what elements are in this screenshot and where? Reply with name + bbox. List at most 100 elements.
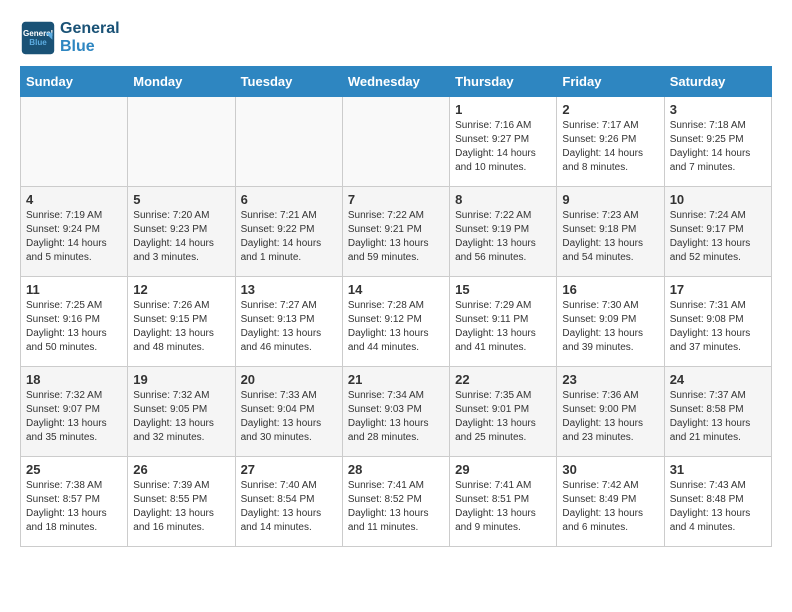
calendar-cell: 16 Sunrise: 7:30 AM Sunset: 9:09 PM Dayli… xyxy=(557,277,664,367)
cell-content: Sunrise: 7:29 AM Sunset: 9:11 PM Dayligh… xyxy=(455,299,551,355)
calendar-cell: 20 Sunrise: 7:33 AM Sunset: 9:04 PM Dayli… xyxy=(235,367,342,457)
calendar-week: 1Sunrise: 7:16 AM Sunset: 9:27 PM Daylig… xyxy=(21,97,772,187)
calendar-cell: 29 Sunrise: 7:41 AM Sunset: 8:51 PM Dayli… xyxy=(450,457,557,547)
day-number: 7 xyxy=(348,192,444,207)
day-number: 10 xyxy=(670,192,766,207)
cell-content: Sunrise: 7:24 AM Sunset: 9:17 PM Dayligh… xyxy=(670,209,766,265)
calendar-cell xyxy=(235,97,342,187)
day-number: 12 xyxy=(133,282,229,297)
cell-content: Sunrise: 7:41 AM Sunset: 8:51 PM Dayligh… xyxy=(455,479,551,535)
day-number: 16 xyxy=(562,282,658,297)
calendar-cell: 31Sunrise: 7:43 AM Sunset: 8:48 PM Dayli… xyxy=(664,457,771,547)
day-number: 17 xyxy=(670,282,766,297)
cell-content: Sunrise: 7:39 AM Sunset: 8:55 PM Dayligh… xyxy=(133,479,229,535)
calendar-cell: 8Sunrise: 7:22 AM Sunset: 9:19 PM Daylig… xyxy=(450,187,557,277)
calendar-week: 18 Sunrise: 7:32 AM Sunset: 9:07 PM Dayli… xyxy=(21,367,772,457)
calendar-cell: 14Sunrise: 7:28 AM Sunset: 9:12 PM Dayli… xyxy=(342,277,449,367)
calendar-cell: 26 Sunrise: 7:39 AM Sunset: 8:55 PM Dayli… xyxy=(128,457,235,547)
day-number: 5 xyxy=(133,192,229,207)
cell-content: Sunrise: 7:36 AM Sunset: 9:00 PM Dayligh… xyxy=(562,389,658,445)
day-number: 25 xyxy=(26,462,122,477)
calendar-cell: 4 Sunrise: 7:19 AM Sunset: 9:24 PM Daylig… xyxy=(21,187,128,277)
cell-content: Sunrise: 7:35 AM Sunset: 9:01 PM Dayligh… xyxy=(455,389,551,445)
calendar-cell: 3 Sunrise: 7:18 AM Sunset: 9:25 PM Daylig… xyxy=(664,97,771,187)
cell-content: Sunrise: 7:32 AM Sunset: 9:07 PM Dayligh… xyxy=(26,389,122,445)
calendar-cell: 19 Sunrise: 7:32 AM Sunset: 9:05 PM Dayli… xyxy=(128,367,235,457)
calendar-cell: 1Sunrise: 7:16 AM Sunset: 9:27 PM Daylig… xyxy=(450,97,557,187)
cell-content: Sunrise: 7:26 AM Sunset: 9:15 PM Dayligh… xyxy=(133,299,229,355)
calendar-cell: 21 Sunrise: 7:34 AM Sunset: 9:03 PM Dayli… xyxy=(342,367,449,457)
day-number: 29 xyxy=(455,462,551,477)
calendar-cell: 23 Sunrise: 7:36 AM Sunset: 9:00 PM Dayli… xyxy=(557,367,664,457)
logo: General Blue General Blue xyxy=(20,20,120,56)
logo-text-line2: Blue xyxy=(60,38,120,56)
day-number: 21 xyxy=(348,372,444,387)
day-number: 31 xyxy=(670,462,766,477)
svg-text:Blue: Blue xyxy=(29,38,47,47)
calendar-cell xyxy=(128,97,235,187)
cell-content: Sunrise: 7:20 AM Sunset: 9:23 PM Dayligh… xyxy=(133,209,229,265)
cell-content: Sunrise: 7:21 AM Sunset: 9:22 PM Dayligh… xyxy=(241,209,337,265)
weekday-header: Friday xyxy=(557,67,664,97)
day-number: 23 xyxy=(562,372,658,387)
cell-content: Sunrise: 7:32 AM Sunset: 9:05 PM Dayligh… xyxy=(133,389,229,445)
logo-icon: General Blue xyxy=(20,20,56,56)
calendar-cell xyxy=(342,97,449,187)
day-number: 24 xyxy=(670,372,766,387)
calendar-cell: 6 Sunrise: 7:21 AM Sunset: 9:22 PM Daylig… xyxy=(235,187,342,277)
day-number: 20 xyxy=(241,372,337,387)
cell-content: Sunrise: 7:31 AM Sunset: 9:08 PM Dayligh… xyxy=(670,299,766,355)
day-number: 13 xyxy=(241,282,337,297)
cell-content: Sunrise: 7:40 AM Sunset: 8:54 PM Dayligh… xyxy=(241,479,337,535)
day-number: 4 xyxy=(26,192,122,207)
header-row: SundayMondayTuesdayWednesdayThursdayFrid… xyxy=(21,67,772,97)
cell-content: Sunrise: 7:27 AM Sunset: 9:13 PM Dayligh… xyxy=(241,299,337,355)
day-number: 19 xyxy=(133,372,229,387)
weekday-header: Sunday xyxy=(21,67,128,97)
calendar-cell: 24 Sunrise: 7:37 AM Sunset: 8:58 PM Dayli… xyxy=(664,367,771,457)
cell-content: Sunrise: 7:28 AM Sunset: 9:12 PM Dayligh… xyxy=(348,299,444,355)
calendar-cell: 27Sunrise: 7:40 AM Sunset: 8:54 PM Dayli… xyxy=(235,457,342,547)
calendar-cell: 28Sunrise: 7:41 AM Sunset: 8:52 PM Dayli… xyxy=(342,457,449,547)
calendar-cell: 15 Sunrise: 7:29 AM Sunset: 9:11 PM Dayli… xyxy=(450,277,557,367)
logo-text-line1: General xyxy=(60,20,120,38)
day-number: 1 xyxy=(455,102,551,117)
calendar-week: 11 Sunrise: 7:25 AM Sunset: 9:16 PM Dayli… xyxy=(21,277,772,367)
cell-content: Sunrise: 7:19 AM Sunset: 9:24 PM Dayligh… xyxy=(26,209,122,265)
calendar-cell: 18 Sunrise: 7:32 AM Sunset: 9:07 PM Dayli… xyxy=(21,367,128,457)
cell-content: Sunrise: 7:37 AM Sunset: 8:58 PM Dayligh… xyxy=(670,389,766,445)
cell-content: Sunrise: 7:30 AM Sunset: 9:09 PM Dayligh… xyxy=(562,299,658,355)
day-number: 26 xyxy=(133,462,229,477)
cell-content: Sunrise: 7:18 AM Sunset: 9:25 PM Dayligh… xyxy=(670,119,766,175)
day-number: 6 xyxy=(241,192,337,207)
weekday-header: Tuesday xyxy=(235,67,342,97)
cell-content: Sunrise: 7:42 AM Sunset: 8:49 PM Dayligh… xyxy=(562,479,658,535)
day-number: 3 xyxy=(670,102,766,117)
header: General Blue General Blue xyxy=(20,20,772,56)
day-number: 15 xyxy=(455,282,551,297)
calendar-header: SundayMondayTuesdayWednesdayThursdayFrid… xyxy=(21,67,772,97)
cell-content: Sunrise: 7:33 AM Sunset: 9:04 PM Dayligh… xyxy=(241,389,337,445)
day-number: 28 xyxy=(348,462,444,477)
weekday-header: Thursday xyxy=(450,67,557,97)
calendar-cell: 13 Sunrise: 7:27 AM Sunset: 9:13 PM Dayli… xyxy=(235,277,342,367)
day-number: 18 xyxy=(26,372,122,387)
day-number: 2 xyxy=(562,102,658,117)
weekday-header: Saturday xyxy=(664,67,771,97)
calendar-cell: 7Sunrise: 7:22 AM Sunset: 9:21 PM Daylig… xyxy=(342,187,449,277)
calendar-cell: 5 Sunrise: 7:20 AM Sunset: 9:23 PM Daylig… xyxy=(128,187,235,277)
cell-content: Sunrise: 7:34 AM Sunset: 9:03 PM Dayligh… xyxy=(348,389,444,445)
calendar-cell: 9Sunrise: 7:23 AM Sunset: 9:18 PM Daylig… xyxy=(557,187,664,277)
day-number: 11 xyxy=(26,282,122,297)
day-number: 22 xyxy=(455,372,551,387)
cell-content: Sunrise: 7:38 AM Sunset: 8:57 PM Dayligh… xyxy=(26,479,122,535)
cell-content: Sunrise: 7:23 AM Sunset: 9:18 PM Dayligh… xyxy=(562,209,658,265)
calendar-cell: 12 Sunrise: 7:26 AM Sunset: 9:15 PM Dayli… xyxy=(128,277,235,367)
weekday-header: Wednesday xyxy=(342,67,449,97)
weekday-header: Monday xyxy=(128,67,235,97)
calendar-week: 25 Sunrise: 7:38 AM Sunset: 8:57 PM Dayli… xyxy=(21,457,772,547)
calendar-cell: 17 Sunrise: 7:31 AM Sunset: 9:08 PM Dayli… xyxy=(664,277,771,367)
calendar-body: 1Sunrise: 7:16 AM Sunset: 9:27 PM Daylig… xyxy=(21,97,772,547)
cell-content: Sunrise: 7:25 AM Sunset: 9:16 PM Dayligh… xyxy=(26,299,122,355)
calendar-cell: 11 Sunrise: 7:25 AM Sunset: 9:16 PM Dayli… xyxy=(21,277,128,367)
